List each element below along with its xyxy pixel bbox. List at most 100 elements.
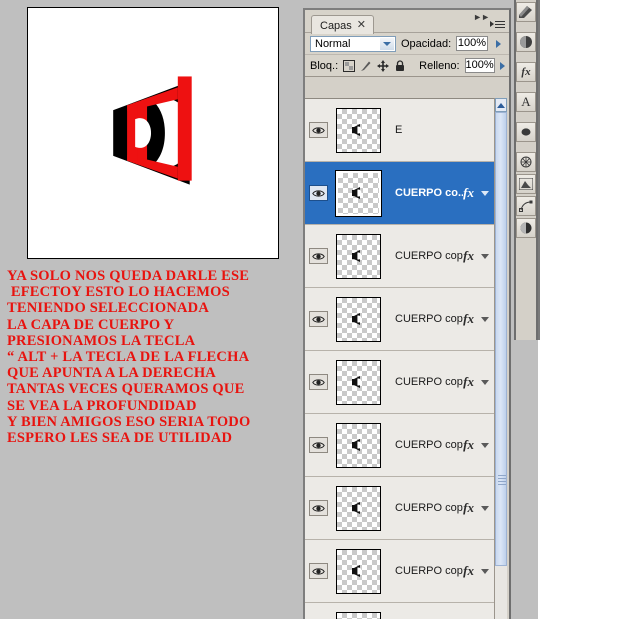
color-wheel-icon[interactable] bbox=[516, 218, 536, 238]
chevron-down-icon[interactable] bbox=[478, 505, 495, 511]
layer-fx-icon[interactable]: fx bbox=[463, 563, 478, 579]
layer-visibility-cell[interactable] bbox=[305, 185, 332, 201]
eye-icon[interactable] bbox=[309, 500, 328, 516]
layer-thumbnail[interactable] bbox=[335, 548, 381, 594]
layer-row[interactable]: CUERPO copi...fx bbox=[305, 288, 495, 351]
thumbnail-glyph bbox=[352, 376, 362, 388]
chevron-down-icon[interactable] bbox=[478, 190, 495, 196]
layer-visibility-cell[interactable] bbox=[305, 374, 332, 390]
layer-visibility-cell[interactable] bbox=[305, 500, 332, 516]
layer-thumbnail-wrap[interactable] bbox=[332, 233, 384, 279]
chevron-down-icon[interactable] bbox=[478, 316, 495, 322]
lock-image-brush-icon[interactable] bbox=[360, 60, 372, 72]
eye-icon[interactable] bbox=[309, 437, 328, 453]
layer-row[interactable]: CUERPO copi...fx bbox=[305, 603, 495, 619]
layer-fx-icon[interactable]: fx bbox=[463, 500, 478, 516]
layer-thumbnail[interactable] bbox=[335, 296, 381, 342]
eye-icon[interactable] bbox=[309, 563, 328, 579]
blend-mode-select[interactable]: Normal bbox=[310, 35, 396, 52]
tab-capas[interactable]: Capas ✕ bbox=[311, 15, 375, 34]
scrollbar-thumb[interactable] bbox=[495, 112, 507, 566]
lock-icon-group bbox=[343, 59, 406, 72]
layer-list[interactable]: ECUERPO co...fxCUERPO copi...fxCUERPO co… bbox=[305, 98, 495, 619]
layer-name[interactable]: CUERPO copi... bbox=[384, 376, 463, 388]
layer-name[interactable]: CUERPO copi... bbox=[384, 439, 463, 451]
brushes-dot-icon[interactable] bbox=[516, 122, 536, 142]
eye-icon[interactable] bbox=[309, 311, 328, 327]
chevron-down-icon[interactable] bbox=[478, 568, 495, 574]
layer-row[interactable]: CUERPO co... fx bbox=[305, 162, 495, 225]
layer-row[interactable]: CUERPO copi...fx bbox=[305, 351, 495, 414]
lock-all-padlock-icon[interactable] bbox=[394, 59, 406, 72]
layer-thumbnail-wrap[interactable] bbox=[332, 359, 384, 405]
layer-visibility-cell[interactable] bbox=[305, 248, 332, 264]
opacity-stepper-icon[interactable] bbox=[492, 36, 504, 51]
fill-stepper-icon[interactable] bbox=[499, 58, 505, 73]
layer-visibility-cell[interactable] bbox=[305, 311, 332, 327]
brush-preset-icon[interactable] bbox=[516, 2, 536, 22]
layer-fx-icon[interactable]: fx bbox=[463, 248, 478, 264]
layer-visibility-cell[interactable] bbox=[305, 563, 332, 579]
layer-thumbnail-wrap[interactable] bbox=[332, 611, 384, 619]
eye-icon[interactable] bbox=[309, 374, 328, 390]
chevron-down-icon[interactable] bbox=[478, 442, 495, 448]
layer-name[interactable]: E bbox=[384, 124, 495, 136]
layer-thumbnail[interactable] bbox=[334, 169, 382, 217]
character-type-icon[interactable]: A bbox=[516, 92, 536, 112]
layer-name[interactable]: CUERPO copi... bbox=[384, 502, 463, 514]
layers-panel[interactable]: Capas ✕ ►► Normal Opacidad: 100% Bloq.: bbox=[303, 8, 511, 619]
layer-fx-icon[interactable]: fx bbox=[463, 311, 478, 327]
layer-visibility-cell[interactable] bbox=[305, 122, 332, 138]
layer-name[interactable]: CUERPO copi... bbox=[384, 250, 463, 262]
layer-thumbnail[interactable] bbox=[335, 422, 381, 468]
layer-name[interactable]: CUERPO copi... bbox=[384, 565, 463, 577]
layer-row[interactable]: CUERPO copi...fx bbox=[305, 225, 495, 288]
dock-divider bbox=[516, 112, 536, 120]
layer-thumbnail-wrap[interactable] bbox=[332, 422, 384, 468]
lock-transparency-icon[interactable] bbox=[343, 59, 356, 72]
layer-thumbnail[interactable] bbox=[335, 611, 381, 619]
eye-icon[interactable] bbox=[309, 122, 328, 138]
layer-thumbnail-wrap[interactable] bbox=[332, 485, 384, 531]
eye-icon[interactable] bbox=[309, 185, 328, 201]
layer-name[interactable]: CUERPO co... bbox=[384, 187, 463, 199]
layer-fx-icon[interactable]: fx bbox=[463, 374, 478, 390]
paths-icon[interactable] bbox=[516, 196, 536, 216]
layer-thumbnail[interactable] bbox=[335, 233, 381, 279]
layer-row[interactable]: CUERPO copi...fx bbox=[305, 540, 495, 603]
layer-row[interactable]: CUERPO copi...fx bbox=[305, 477, 495, 540]
navigator-icon[interactable] bbox=[516, 152, 536, 172]
layer-list-scrollbar[interactable] bbox=[494, 98, 507, 619]
layer-fx-icon[interactable]: fx bbox=[463, 437, 478, 453]
eye-icon[interactable] bbox=[309, 248, 328, 264]
layer-thumbnail-wrap[interactable] bbox=[332, 548, 384, 594]
chevron-down-icon[interactable] bbox=[478, 253, 495, 259]
layer-thumbnail-wrap[interactable] bbox=[332, 107, 384, 153]
layer-thumbnail-wrap[interactable] bbox=[332, 296, 384, 342]
layer-visibility-cell[interactable] bbox=[305, 437, 332, 453]
layer-thumbnail[interactable] bbox=[335, 485, 381, 531]
fill-input[interactable]: 100% bbox=[464, 58, 495, 73]
panel-menu-icon[interactable] bbox=[490, 19, 506, 31]
layer-row[interactable]: CUERPO copi...fx bbox=[305, 414, 495, 477]
chevron-down-icon[interactable] bbox=[379, 37, 394, 50]
layer-name[interactable]: CUERPO copi... bbox=[384, 313, 463, 325]
blend-opacity-row: Normal Opacidad: 100% bbox=[305, 33, 509, 55]
collapsed-panel-dock[interactable]: fx A bbox=[514, 0, 538, 340]
layer-fx-icon[interactable]: fx bbox=[463, 185, 478, 201]
close-icon[interactable]: ✕ bbox=[357, 20, 366, 31]
histogram-icon[interactable] bbox=[516, 174, 536, 194]
layer-thumbnail[interactable] bbox=[335, 107, 381, 153]
layer-thumbnail-wrap[interactable] bbox=[332, 169, 384, 217]
layer-thumbnail[interactable] bbox=[335, 359, 381, 405]
chevron-up-icon[interactable] bbox=[495, 98, 507, 112]
layer-row[interactable]: E bbox=[305, 99, 495, 162]
lock-position-move-icon[interactable] bbox=[377, 59, 390, 72]
document-canvas[interactable] bbox=[27, 7, 279, 259]
menu-line bbox=[495, 21, 505, 22]
chevron-down-icon[interactable] bbox=[478, 379, 495, 385]
double-chevron-right-icon[interactable]: ►► bbox=[473, 12, 490, 22]
opacity-input[interactable]: 100% bbox=[456, 36, 488, 51]
layer-styles-fx-icon[interactable]: fx bbox=[516, 62, 536, 82]
color-swatch-icon[interactable] bbox=[516, 32, 536, 52]
